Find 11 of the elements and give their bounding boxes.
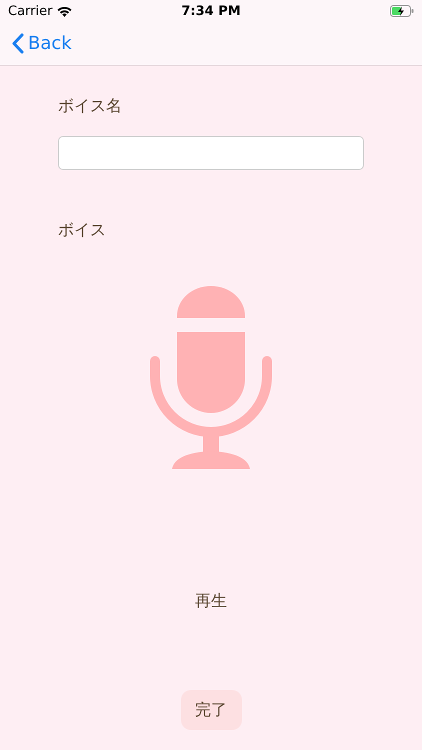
play-label[interactable]: 再生 [195, 591, 227, 612]
voice-label: ボイス [58, 220, 107, 241]
done-button[interactable]: 完了 [180, 690, 242, 730]
voice-name-field[interactable] [58, 136, 364, 170]
voice-name-label: ボイス名 [58, 96, 123, 117]
carrier-name: Carrier [8, 4, 52, 18]
microphone-icon[interactable] [150, 286, 272, 469]
chevron-left-icon [12, 33, 24, 54]
status-time: 7:34 PM [181, 4, 241, 18]
back-button[interactable]: Back [12, 33, 72, 54]
wifi-icon [57, 6, 72, 16]
